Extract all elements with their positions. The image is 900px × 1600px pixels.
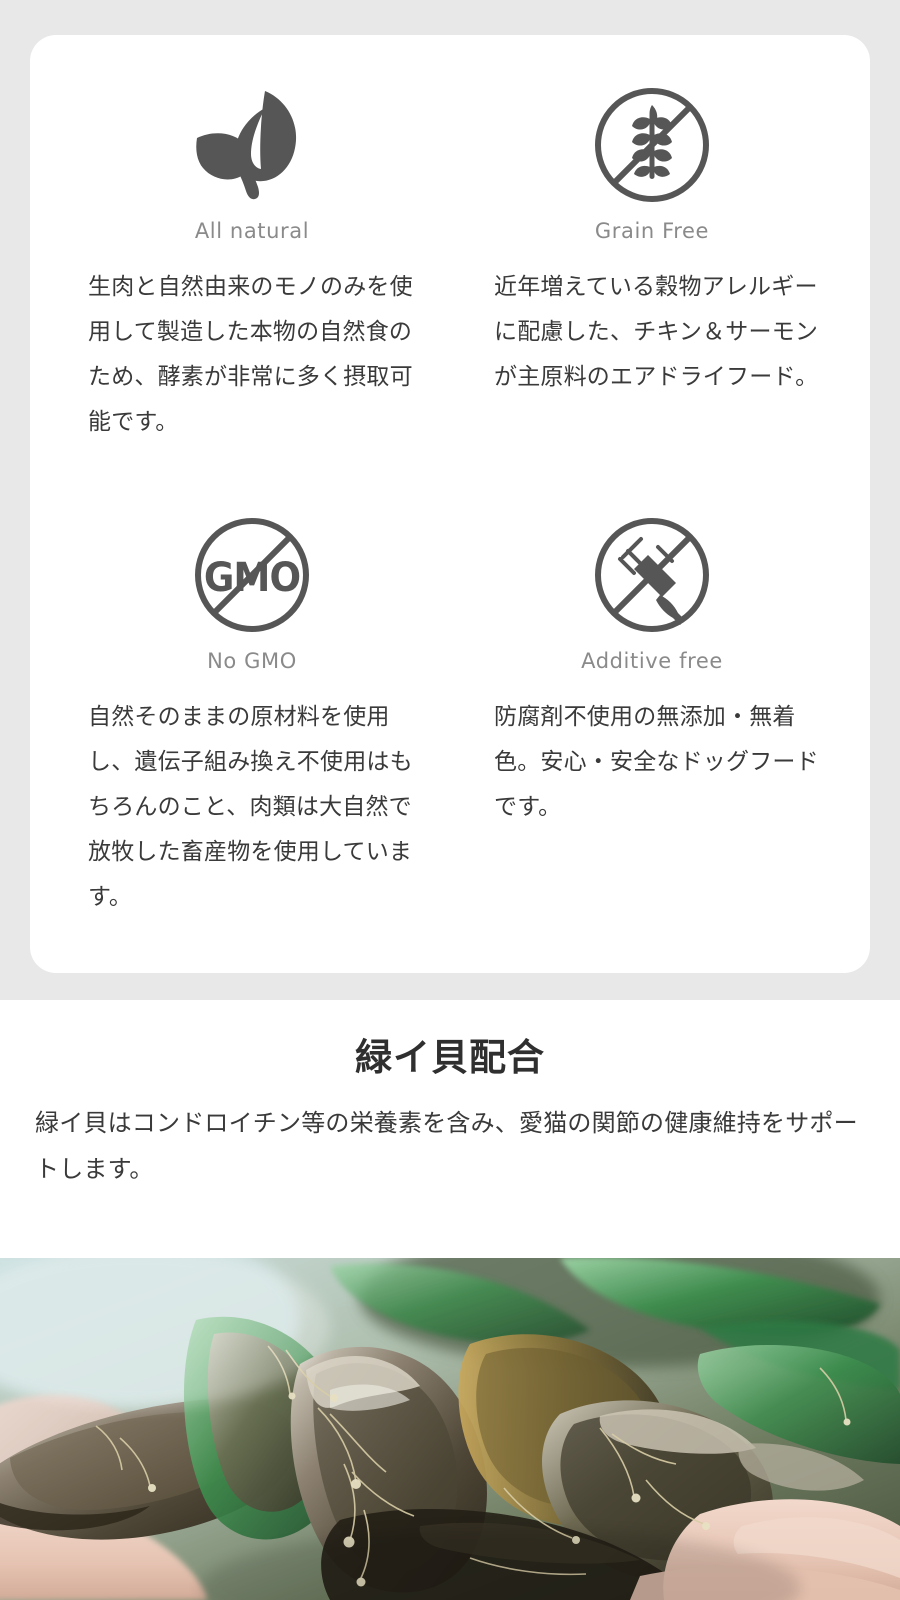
section-description: 緑イ貝はコンドロイチン等の栄養素を含み、愛猫の関節の健康維持をサポートします。 (35, 1109, 858, 1183)
feature-item-no-gmo: GMO No GMO 自然そのままの原材料を使用し、遺伝子組み換え不使用はもちろ… (52, 505, 452, 920)
feature-label: No GMO (207, 649, 297, 673)
feature-item-all-natural: All natural 生肉と自然由来のモノのみを使用して製造した本物の自然食の… (52, 75, 452, 445)
feature-description: 近年増えている穀物アレルギーに配慮した、チキン＆サーモンが主原料のエアドライフー… (494, 274, 819, 390)
mussel-section: 緑イ貝配合 緑イ貝はコンドロイチン等の栄養素を含み、愛猫の関節の健康維持をサポー… (0, 1000, 900, 1258)
leaf-icon (52, 75, 452, 215)
feature-label: Additive free (581, 649, 723, 673)
features-section: All natural 生肉と自然由来のモノのみを使用して製造した本物の自然食の… (0, 0, 900, 1000)
features-card: All natural 生肉と自然由来のモノのみを使用して製造した本物の自然食の… (30, 35, 870, 973)
feature-description: 防腐剤不使用の無添加・無着色。安心・安全なドッグフードです。 (494, 704, 819, 820)
product-feature-page: All natural 生肉と自然由来のモノのみを使用して製造した本物の自然食の… (0, 0, 900, 1600)
no-gmo-icon: GMO (52, 505, 452, 645)
feature-item-additive-free: Additive free 防腐剤不使用の無添加・無着色。安心・安全なドッグフー… (452, 505, 852, 830)
svg-text:GMO: GMO (204, 555, 300, 602)
feature-description: 生肉と自然由来のモノのみを使用して製造した本物の自然食のため、酵素が非常に多く摂… (88, 274, 413, 435)
feature-item-grain-free: Grain Free 近年増えている穀物アレルギーに配慮した、チキン＆サーモンが… (452, 75, 852, 400)
no-syringe-icon (452, 505, 852, 645)
section-heading: 緑イ貝配合 (355, 1036, 545, 1079)
feature-grid: All natural 生肉と自然由来のモノのみを使用して製造した本物の自然食の… (30, 35, 870, 973)
mussel-photo (0, 1258, 900, 1600)
feature-description: 自然そのままの原材料を使用し、遺伝子組み換え不使用はもちろんのこと、肉類は大自然… (88, 704, 413, 910)
feature-label: All natural (194, 219, 310, 243)
no-grain-icon (452, 75, 852, 215)
feature-label: Grain Free (594, 219, 710, 243)
